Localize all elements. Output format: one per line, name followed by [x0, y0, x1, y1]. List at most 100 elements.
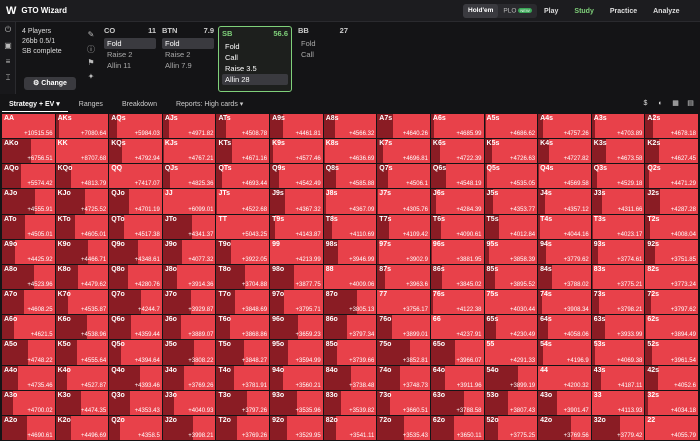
hand-cell[interactable]: 95o +3594.99: [270, 340, 323, 365]
hand-cell[interactable]: 54o +3899.19: [484, 365, 538, 390]
hand-cell[interactable]: A8s +4566.32: [323, 114, 377, 139]
hand-cell[interactable]: 44 +4200.32: [538, 365, 591, 390]
hand-cell[interactable]: 77 +3756.17: [377, 290, 430, 315]
player-bb[interactable]: BB 27 Fold Call: [298, 26, 348, 92]
hand-cell[interactable]: 43s +4187.11: [591, 365, 645, 390]
hand-cell[interactable]: K3o +4474.35: [55, 390, 109, 415]
hand-cell[interactable]: 73o +3660.51: [377, 390, 430, 415]
change-button[interactable]: ⚙ Change: [24, 77, 76, 90]
action-raise[interactable]: Raise 2: [104, 49, 156, 60]
hand-cell[interactable]: T6o +3868.86: [216, 315, 270, 340]
hand-cell[interactable]: ATs +4508.78: [216, 114, 270, 139]
hand-cell[interactable]: A2o +4690.61: [2, 415, 55, 440]
hand-cell[interactable]: 76s +4122.38: [430, 290, 484, 315]
hand-cell[interactable]: 72o +3535.43: [377, 415, 430, 440]
hand-cell[interactable]: Q2s +4471.29: [645, 164, 698, 189]
hand-cell[interactable]: 82o +3541.11: [323, 415, 377, 440]
hand-cell[interactable]: 97s +3902.9: [377, 239, 430, 264]
edit-icon[interactable]: ✎: [85, 30, 97, 44]
hand-cell[interactable]: 93o +3535.96: [270, 390, 323, 415]
table-icon[interactable]: ▤: [684, 98, 697, 110]
hand-cell[interactable]: J5s +4353.77: [484, 189, 538, 214]
hand-cell[interactable]: 93s +3774.61: [591, 239, 645, 264]
hand-cell[interactable]: 33 +4113.93: [591, 390, 645, 415]
hand-cell[interactable]: T3s +4023.17: [591, 214, 645, 239]
hand-cell[interactable]: J3o +4040.93: [162, 390, 216, 415]
hand-cell[interactable]: 98s +3946.99: [323, 239, 377, 264]
hand-cell[interactable]: J7s +4305.76: [377, 189, 430, 214]
action-fold[interactable]: Fold: [104, 38, 156, 49]
hand-cell[interactable]: J6o +3889.07: [162, 315, 216, 340]
action-fold[interactable]: Fold: [298, 38, 348, 49]
hand-cell[interactable]: 86o +3797.34: [323, 315, 377, 340]
hand-cell[interactable]: 64s +4058.06: [538, 315, 591, 340]
hand-cell[interactable]: 76o +3899.01: [377, 315, 430, 340]
hand-cell[interactable]: 87s +3963.6: [377, 264, 430, 290]
hand-cell[interactable]: 84o +3738.48: [323, 365, 377, 390]
hand-cell[interactable]: 62s +3894.49: [645, 315, 698, 340]
hand-cell[interactable]: 72s +3797.62: [645, 290, 698, 315]
hand-cell[interactable]: T5o +3848.27: [216, 340, 270, 365]
layers-icon[interactable]: ≡: [0, 54, 16, 70]
hand-cell[interactable]: Q4s +4569.58: [538, 164, 591, 189]
hand-cell[interactable]: J6s +4284.39: [430, 189, 484, 214]
player-sb[interactable]: SB 56.6 Fold Call Raise 3.5 Allin 28: [218, 26, 292, 92]
save-icon[interactable]: ▣: [0, 38, 16, 54]
hand-cell[interactable]: K4s +4727.82: [538, 139, 591, 164]
hand-cell[interactable]: J2s +4287.28: [645, 189, 698, 214]
tab-breakdown[interactable]: Breakdown: [122, 101, 157, 108]
hand-cell[interactable]: 52s +3961.54: [645, 340, 698, 365]
action-allin[interactable]: Allin 28: [222, 74, 288, 85]
hand-cell[interactable]: 74o +3748.73: [377, 365, 430, 390]
hand-cell[interactable]: 94o +3560.21: [270, 365, 323, 390]
hand-cell[interactable]: J9s +4367.32: [270, 189, 323, 214]
hand-cell[interactable]: A4s +4757.26: [538, 114, 591, 139]
hand-cell[interactable]: 63o +3788.58: [430, 390, 484, 415]
hand-cell[interactable]: T2s +4008.04: [645, 214, 698, 239]
hand-cell[interactable]: A6s +4685.99: [430, 114, 484, 139]
hand-cell[interactable]: 82s +3773.24: [645, 264, 698, 290]
hand-cell[interactable]: 96s +3881.95: [430, 239, 484, 264]
hand-cell[interactable]: 84s +3788.02: [538, 264, 591, 290]
hand-cell[interactable]: KJs +4767.21: [162, 139, 216, 164]
hand-cell[interactable]: 55 +4291.33: [484, 340, 538, 365]
hand-cell[interactable]: 87o +3805.13: [323, 290, 377, 315]
hand-cell[interactable]: J5o +3808.22: [162, 340, 216, 365]
hand-cell[interactable]: K7o +4535.87: [55, 290, 109, 315]
player-co[interactable]: CO 11 Fold Raise 2 Allin 11: [104, 26, 156, 92]
hand-cell[interactable]: 62o +3650.11: [430, 415, 484, 440]
hand-cell[interactable]: 22 +4055.79: [645, 415, 698, 440]
hand-cell[interactable]: 42s +4052.6: [645, 365, 698, 390]
hand-cell[interactable]: T6s +4090.61: [430, 214, 484, 239]
hand-cell[interactable]: KTs +4671.16: [216, 139, 270, 164]
hand-cell[interactable]: KJo +4725.52: [55, 189, 109, 214]
hand-cell[interactable]: Q5o +4394.64: [109, 340, 162, 365]
hand-cell[interactable]: 66 +4237.91: [430, 315, 484, 340]
hand-cell[interactable]: AQs +5984.03: [109, 114, 162, 139]
hand-cell[interactable]: Q6o +4359.44: [109, 315, 162, 340]
action-call[interactable]: Call: [222, 52, 288, 63]
hand-cell[interactable]: 65s +4230.49: [484, 315, 538, 340]
hand-cell[interactable]: QJo +4701.19: [109, 189, 162, 214]
logo[interactable]: W GTO Wizard: [6, 5, 67, 17]
flag-icon[interactable]: ⚑: [85, 58, 97, 72]
hand-cell[interactable]: Q8o +4280.76: [109, 264, 162, 290]
hand-cell[interactable]: T3o +3797.26: [216, 390, 270, 415]
grid-icon[interactable]: ▦: [669, 98, 682, 110]
hand-cell[interactable]: A9s +4461.81: [270, 114, 323, 139]
hand-cell[interactable]: 73s +3798.21: [591, 290, 645, 315]
hand-cell[interactable]: 92o +3529.95: [270, 415, 323, 440]
hand-cell[interactable]: T9s +4143.87: [270, 214, 323, 239]
hand-cell[interactable]: TT +5043.25: [216, 214, 270, 239]
hand-cell[interactable]: Q7o +4244.7: [109, 290, 162, 315]
hand-cell[interactable]: AQo +5574.42: [2, 164, 55, 189]
hand-cell[interactable]: QTs +4693.44: [216, 164, 270, 189]
hand-cell[interactable]: 83s +3775.21: [591, 264, 645, 290]
hand-cell[interactable]: JTo +4341.37: [162, 214, 216, 239]
settings-icon[interactable]: ⌶: [0, 70, 16, 86]
action-fold[interactable]: Fold: [162, 38, 214, 49]
hand-cell[interactable]: KTo +4605.01: [55, 214, 109, 239]
hand-cell[interactable]: Q4o +4393.46: [109, 365, 162, 390]
hand-cell[interactable]: Q5s +4535.05: [484, 164, 538, 189]
tab-ranges[interactable]: Ranges: [79, 101, 103, 108]
